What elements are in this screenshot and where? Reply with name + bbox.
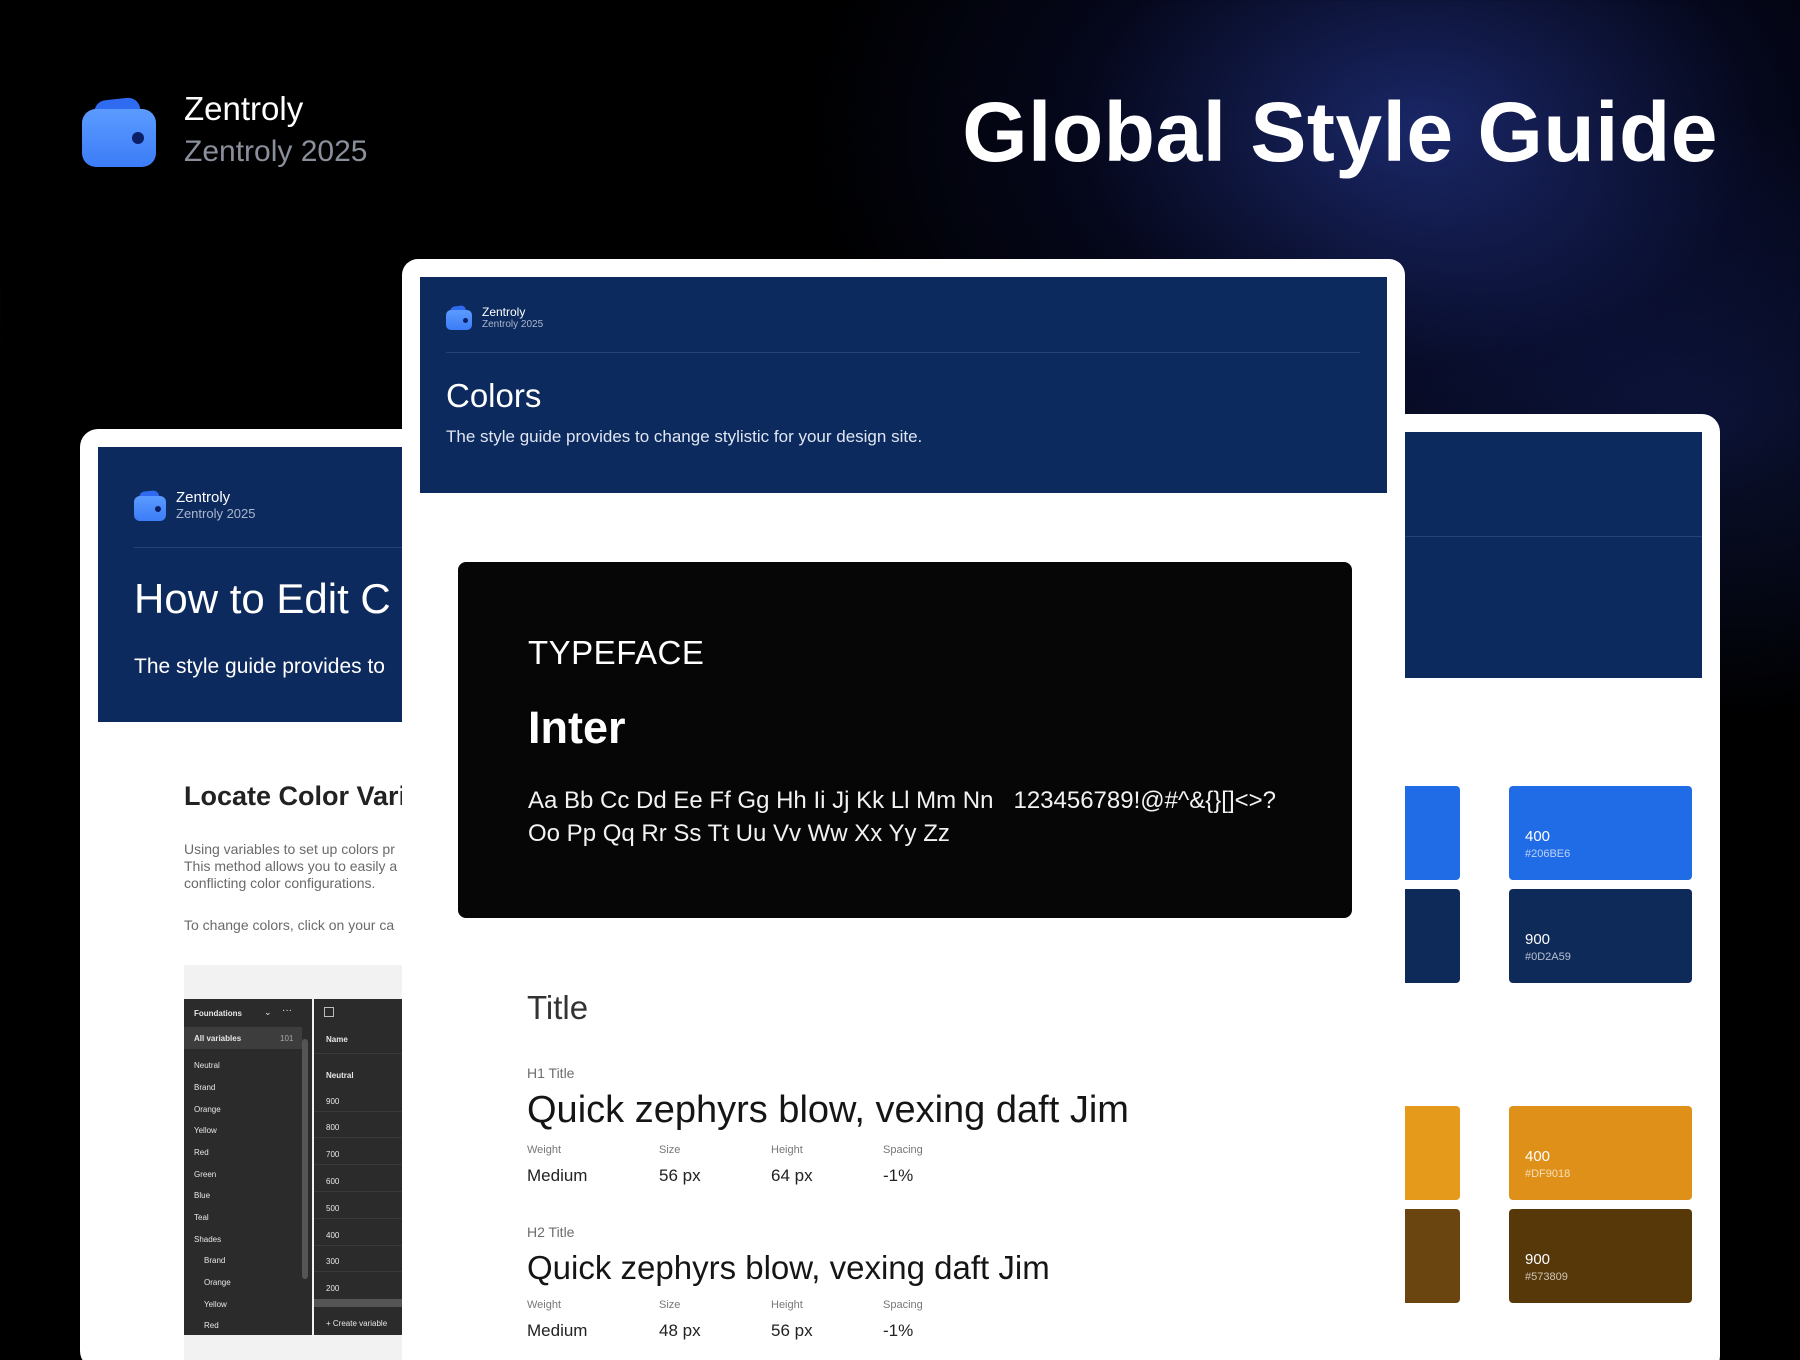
typeface-panel: TYPEFACE Inter Aa Bb Cc Dd Ee Ff Gg Hh I… xyxy=(458,562,1352,918)
variable-row[interactable]: 200 xyxy=(326,1284,339,1293)
wallet-logo-icon xyxy=(446,305,472,330)
chevron-down-icon: ⌄ xyxy=(264,1007,272,1017)
right-card-header xyxy=(1360,432,1702,678)
divider xyxy=(1360,536,1702,537)
group-item[interactable]: Teal xyxy=(194,1213,209,1222)
group-item[interactable]: Orange xyxy=(194,1105,221,1114)
swatch-label: 900 xyxy=(1525,931,1551,948)
center-card-brand-sub: Zentroly 2025 xyxy=(482,319,544,330)
meta-height: 64 px xyxy=(771,1166,813,1185)
left-card-subtitle: The style guide provides to xyxy=(134,655,385,678)
meta-key-height: Height xyxy=(771,1144,803,1156)
scrollbar[interactable] xyxy=(302,1039,308,1279)
paragraph-line: Using variables to set up colors pr xyxy=(184,841,395,857)
glyphs-line-2: Oo Pp Qq Rr Ss Tt Uu Vv Ww Xx Yy Zz xyxy=(528,820,950,847)
meta-key-weight: Weight xyxy=(527,1144,562,1156)
variable-row[interactable]: 300 xyxy=(326,1257,339,1266)
meta-key-spacing: Spacing xyxy=(883,1299,923,1311)
center-card-header: Zentroly Zentroly 2025 Colors The style … xyxy=(420,277,1387,493)
style-sample: Quick zephyrs blow, vexing daft Jim xyxy=(527,1089,1129,1131)
paragraph-line: To change colors, click on your ca xyxy=(184,917,395,933)
variable-row[interactable]: 400 xyxy=(326,1231,339,1240)
variable-row[interactable]: 800 xyxy=(326,1123,339,1132)
wallet-logo-icon xyxy=(134,489,166,521)
swatch-hex: #206BE6 xyxy=(1525,848,1571,860)
variable-row[interactable]: 700 xyxy=(326,1150,339,1159)
meta-spacing: -1% xyxy=(883,1166,914,1185)
style-label: H1 Title xyxy=(527,1065,575,1081)
page-title: Colors xyxy=(446,377,542,414)
group-item[interactable]: Blue xyxy=(194,1191,210,1200)
swatch-hex: #0D2A59 xyxy=(1525,951,1571,963)
style-label: H2 Title xyxy=(527,1224,575,1240)
group-item[interactable]: Yellow xyxy=(194,1126,217,1135)
column-header-name: Name xyxy=(326,1035,348,1044)
swatch-hex: #573809 xyxy=(1525,1271,1568,1283)
meta-key-size: Size xyxy=(659,1144,681,1156)
color-swatch-blue-400[interactable]: 400 #206BE6 xyxy=(1509,786,1692,880)
collection-header: Foundations xyxy=(194,1009,242,1018)
glyphs-line-1: Aa Bb Cc Dd Ee Ff Gg Hh Ii Jj Kk Ll Mm N… xyxy=(528,787,1276,814)
typeface-label: TYPEFACE xyxy=(528,634,705,671)
group-item[interactable]: Green xyxy=(194,1170,216,1179)
shade-group-item[interactable]: Orange xyxy=(204,1278,231,1287)
section-title: Title xyxy=(527,989,589,1026)
swatch-label: 400 xyxy=(1525,828,1551,845)
meta-size: 56 px xyxy=(659,1166,701,1185)
center-preview-card: Zentroly Zentroly 2025 Colors The style … xyxy=(402,259,1405,1360)
meta-height: 56 px xyxy=(771,1321,813,1340)
style-sample: Quick zephyrs blow, vexing daft Jim xyxy=(527,1249,1050,1286)
variables-collections-list: Foundations ⌄ ··· All variables 101 Neut… xyxy=(184,999,312,1335)
shade-group-item[interactable]: Brand xyxy=(204,1256,225,1265)
typeface-name: Inter xyxy=(528,702,626,753)
swatch-label: 400 xyxy=(1525,1148,1551,1165)
hero-title: Global Style Guide xyxy=(962,85,1718,179)
meta-key-size: Size xyxy=(659,1299,681,1311)
center-card-brand-name: Zentroly xyxy=(482,305,526,319)
brand-header: Zentroly Zentroly 2025 xyxy=(82,88,367,174)
brand-subtitle: Zentroly 2025 xyxy=(184,135,368,168)
wallet-logo-icon xyxy=(82,95,156,167)
left-card-brand-name: Zentroly xyxy=(176,489,231,506)
group-heading: Neutral xyxy=(326,1071,354,1080)
panel-toggle-icon[interactable] xyxy=(324,1007,334,1017)
variables-count: 101 xyxy=(280,1034,294,1043)
section-title: Locate Color Vari xyxy=(184,781,407,811)
group-item[interactable]: Shades xyxy=(194,1235,221,1244)
divider xyxy=(446,352,1360,353)
color-swatch-orange-900[interactable]: 900 #573809 xyxy=(1509,1209,1692,1303)
page-subtitle: The style guide provides to change styli… xyxy=(446,427,923,446)
meta-spacing: -1% xyxy=(883,1321,914,1340)
swatch-label: 900 xyxy=(1525,1251,1551,1268)
left-card-brand-sub: Zentroly 2025 xyxy=(176,506,256,521)
create-variable-button[interactable]: + Create variable xyxy=(326,1319,387,1328)
meta-size: 48 px xyxy=(659,1321,701,1340)
right-preview-card: 400 #206BE6 900 #0D2A59 400 #DF9018 900 … xyxy=(1360,414,1720,1360)
left-card-brand: Zentroly Zentroly 2025 xyxy=(134,489,256,521)
brand-name: Zentroly xyxy=(184,90,304,127)
variable-row[interactable]: 500 xyxy=(326,1204,339,1213)
center-card-brand: Zentroly Zentroly 2025 xyxy=(446,305,543,330)
meta-key-spacing: Spacing xyxy=(883,1144,923,1156)
group-item[interactable]: Neutral xyxy=(194,1061,220,1070)
color-swatch-blue-900[interactable]: 900 #0D2A59 xyxy=(1509,889,1692,983)
meta-weight: Medium xyxy=(527,1321,588,1340)
meta-key-height: Height xyxy=(771,1299,803,1311)
paragraph-line: conflicting color configurations. xyxy=(184,875,376,891)
paragraph-line: This method allows you to easily a xyxy=(184,858,398,874)
swatch-hex: #DF9018 xyxy=(1525,1168,1571,1180)
group-item[interactable]: Brand xyxy=(194,1083,215,1092)
shade-group-item[interactable]: Yellow xyxy=(204,1300,227,1309)
variable-row[interactable]: 600 xyxy=(326,1177,339,1186)
meta-weight: Medium xyxy=(527,1166,588,1185)
all-variables-label: All variables xyxy=(194,1034,242,1043)
left-card-title: How to Edit C xyxy=(134,575,391,622)
meta-key-weight: Weight xyxy=(527,1299,562,1311)
color-swatch-orange-400[interactable]: 400 #DF9018 xyxy=(1509,1106,1692,1200)
more-icon: ··· xyxy=(282,1005,292,1016)
shade-group-item[interactable]: Red xyxy=(204,1321,219,1330)
group-item[interactable]: Red xyxy=(194,1148,209,1157)
variable-row[interactable]: 900 xyxy=(326,1097,339,1106)
